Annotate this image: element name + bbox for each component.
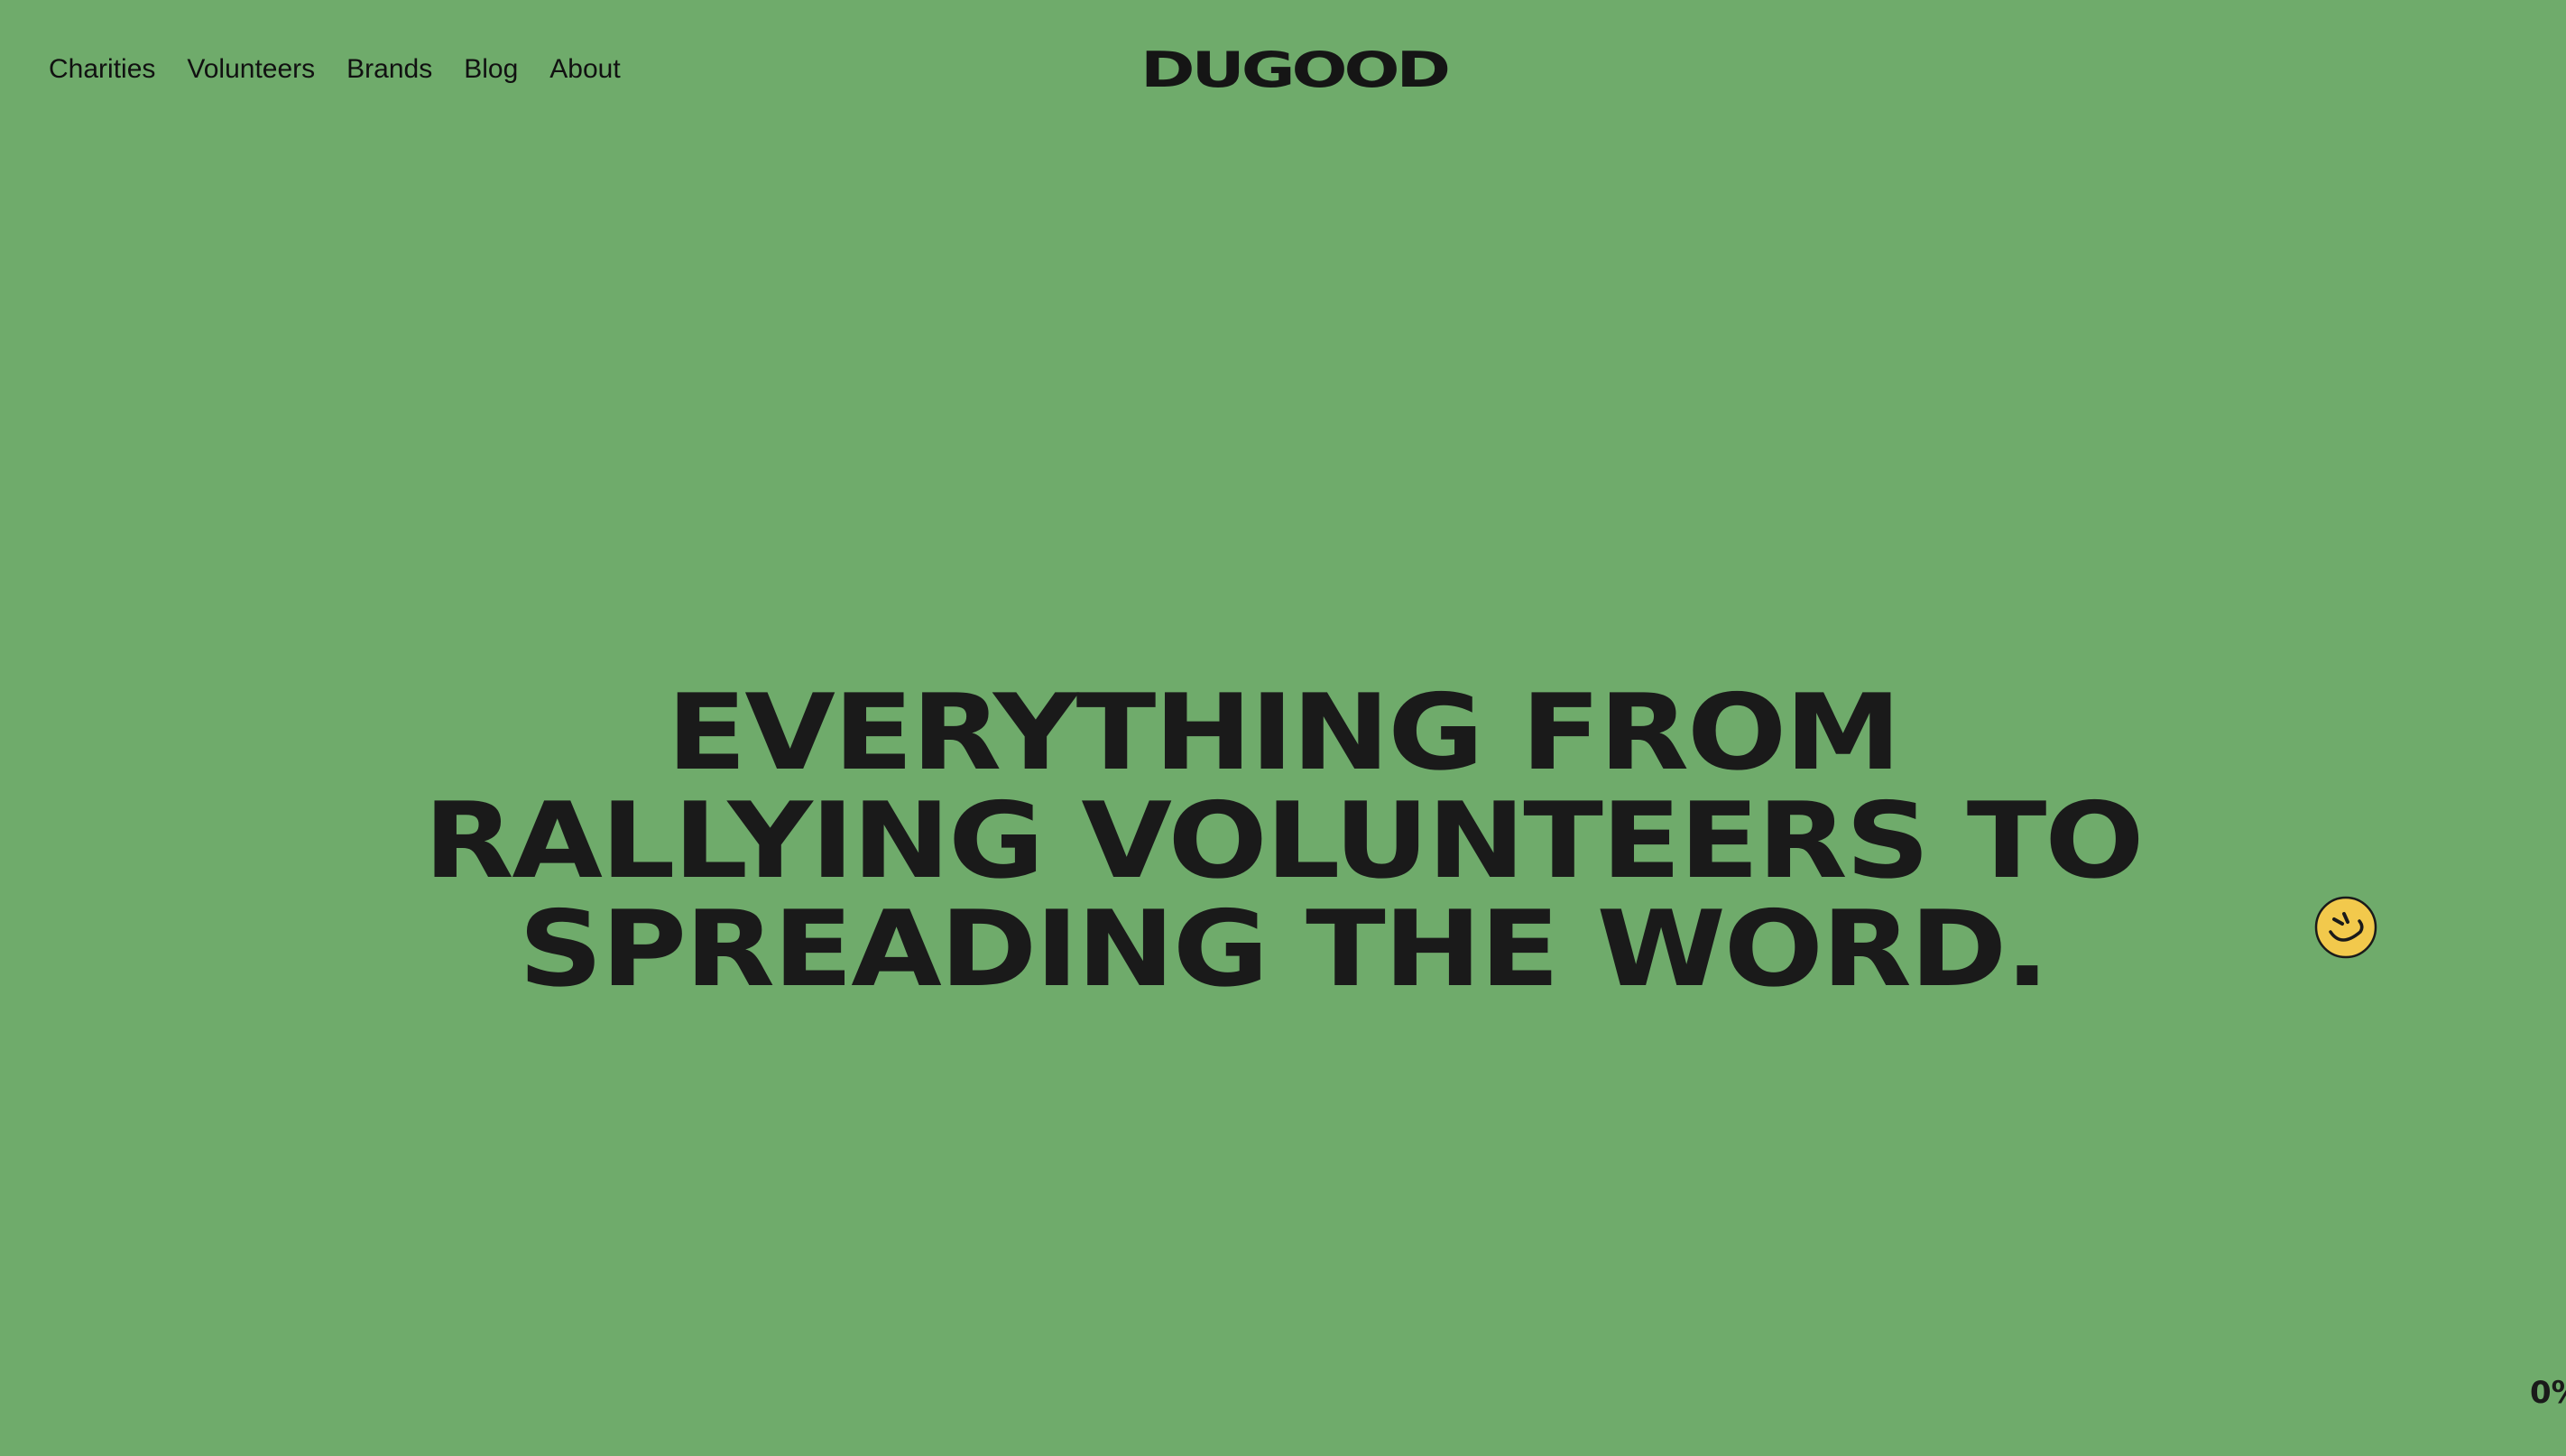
- nav-link-about[interactable]: About: [549, 52, 620, 87]
- nav-link-blog[interactable]: Blog: [464, 52, 518, 87]
- main-nav: Charities Volunteers Brands Blog About: [49, 52, 621, 87]
- smiley-face-icon[interactable]: [2314, 896, 2377, 959]
- progress-indicator: 0%: [2530, 1375, 2566, 1411]
- hero-line-2: RALLYING VOLUNTEERS TO: [423, 779, 2145, 902]
- logo-text: DUGOOD: [1140, 43, 1447, 94]
- logo-wordmark: DUGOOD: [1140, 43, 1449, 94]
- nav-link-volunteers[interactable]: Volunteers: [187, 52, 315, 87]
- hero-line-1: EVERYTHING FROM: [666, 671, 1902, 794]
- hero-line-3: SPREADING THE WORD.: [518, 888, 2050, 1010]
- hero-headline: EVERYTHING FROM RALLYING VOLUNTEERS TO S…: [0, 671, 2566, 1010]
- nav-link-brands[interactable]: Brands: [346, 52, 432, 87]
- nav-link-charities[interactable]: Charities: [49, 52, 155, 87]
- logo[interactable]: DUGOOD: [1139, 43, 1449, 94]
